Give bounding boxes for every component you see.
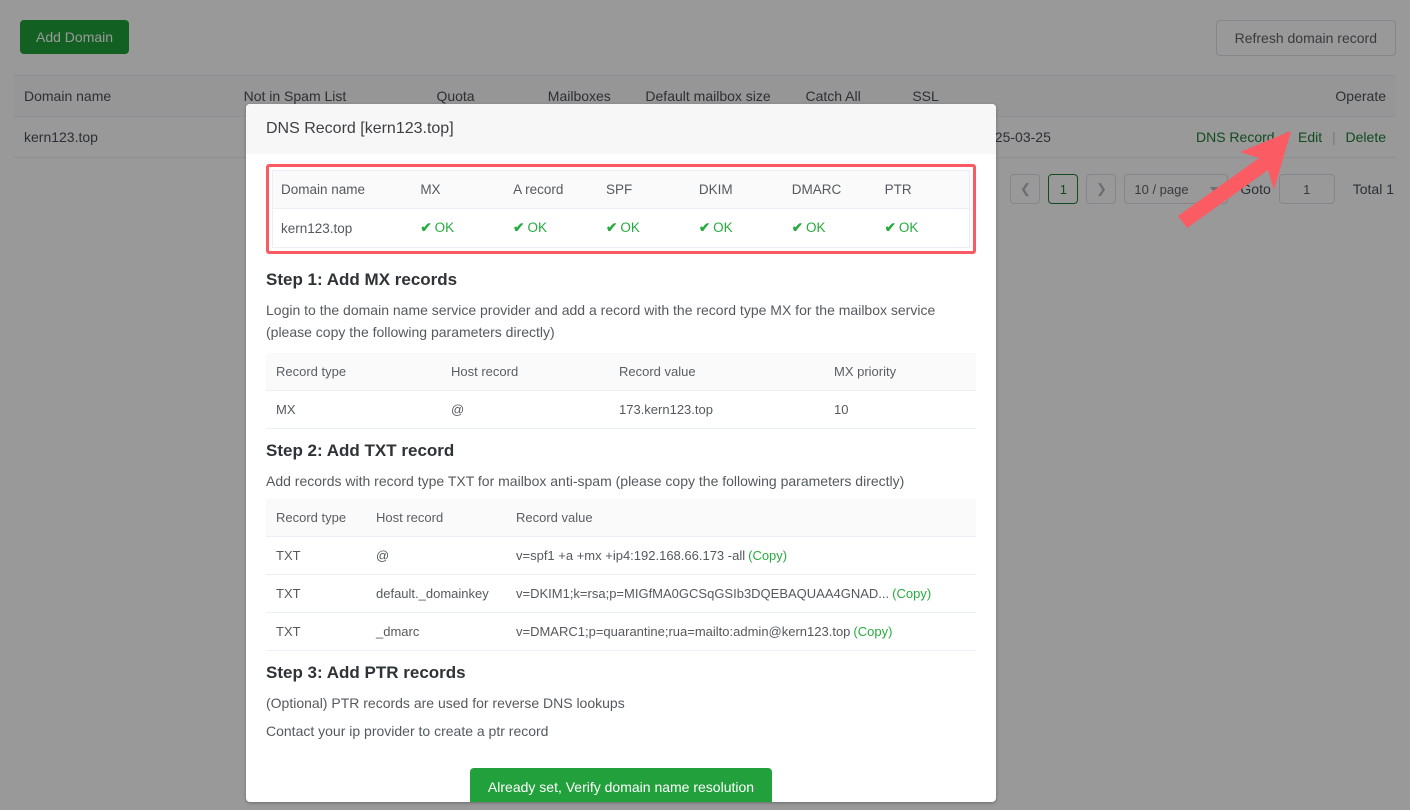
status-badge-label: OK [527,220,547,235]
copy-link-dkim[interactable]: (Copy) [892,586,931,601]
table-row: TXT _dmarc v=DMARC1;p=quarantine;rua=mai… [266,612,976,652]
cell-mx-host: @ [441,390,609,430]
check-icon: ✔ [420,220,432,235]
cell-txt-type-dmarc: TXT [266,612,366,652]
status-badge-label: OK [898,220,919,235]
mx-header-row: Record type Host record Record value MX … [266,353,976,392]
cell-txt-type-spf: TXT [266,536,366,576]
cell-status-a-record: ✔ OK [505,208,599,248]
table-row: TXT @ v=spf1 +a +mx +ip4:192.168.66.173 … [266,536,976,576]
th-mx-priority: MX priority [824,353,976,392]
cell-status-dkim: ✔ OK [690,208,784,248]
cell-txt-value-dmarc: v=DMARC1;p=quarantine;rua=mailto:admin@k… [506,612,976,652]
status-badge-label: OK [713,220,733,235]
step3-title: Step 3: Add PTR records [266,663,466,683]
status-badge: ✔ OK [606,220,640,235]
status-badge: ✔ OK [885,220,919,235]
txt-record-table: Record type Host record Record value TXT… [266,499,976,652]
step1-description: Login to the domain name service provide… [266,302,936,340]
status-badge: ✔ OK [699,220,733,235]
cell-status-spf: ✔ OK [598,208,691,248]
th-status-mx: MX [412,170,506,209]
check-icon: ✔ [698,220,711,235]
th-status-a-record: A record [505,170,599,209]
txt-table-body: TXT @ v=spf1 +a +mx +ip4:192.168.66.173 … [266,536,976,652]
status-badge-label: OK [434,220,455,235]
table-row: MX @ 173.kern123.top 10 [266,390,976,430]
cell-status-dmarc: ✔ OK [783,208,877,248]
status-badge: ✔ OK [792,220,826,235]
check-icon: ✔ [884,220,896,235]
table-row: TXT default._domainkey v=DKIM1;k=rsa;p=M… [266,574,976,614]
mx-record-table: Record type Host record Record value MX … [266,353,976,430]
verify-button-wrapper: Already set, Verify domain name resoluti… [266,768,976,802]
cell-mx-type: MX [266,390,441,430]
txt-value-dkim: v=DKIM1;k=rsa;p=MIGfMA0GCSqGSIb3DQEBAQUA… [516,586,890,602]
step3-line1: (Optional) PTR records are used for reve… [266,695,625,712]
cell-mx-priority: 10 [824,390,976,430]
txt-table-head: Record type Host record Record value [266,499,976,538]
check-icon: ✔ [513,220,525,235]
th-mx-record-type: Record type [266,353,441,392]
modal-body: Domain name MX A record SPF DKIM DMARC P… [246,154,996,802]
status-badge: ✔ OK [513,220,547,235]
th-status-dkim: DKIM [690,170,784,209]
mx-table-head: Record type Host record Record value MX … [266,353,976,392]
cell-mx-value: 173.kern123.top [609,390,824,430]
th-txt-record-value: Record value [506,499,976,538]
copy-link-spf[interactable]: (Copy) [748,548,787,563]
cell-status-mx: ✔ OK [412,208,506,248]
txt-value-spf: v=spf1 +a +mx +ip4:192.168.66.173 -all [516,548,746,564]
mx-table-body: MX @ 173.kern123.top 10 [266,390,976,430]
step3-line2: Contact your ip provider to create a ptr… [266,722,549,739]
cell-txt-value-dkim: v=DKIM1;k=rsa;p=MIGfMA0GCSqGSIb3DQEBAQUA… [506,574,976,614]
th-mx-host-record: Host record [441,353,609,392]
dns-record-modal: DNS Record [kern123.top] Domain name MX … [246,104,996,802]
cell-txt-type-dkim: TXT [266,574,366,614]
check-icon: ✔ [606,220,618,235]
dns-status-highlight-box: Domain name MX A record SPF DKIM DMARC P… [266,164,976,254]
th-status-spf: SPF [598,170,691,209]
txt-value-dmarc: v=DMARC1;p=quarantine;rua=mailto:admin@k… [516,624,851,640]
modal-header: DNS Record [kern123.top] [246,104,996,154]
status-badge-label: OK [620,220,640,235]
dns-status-table-head: Domain name MX A record SPF DKIM DMARC P… [272,170,970,209]
cell-txt-host-dkim: default._domainkey [366,574,506,614]
verify-domain-resolution-button[interactable]: Already set, Verify domain name resoluti… [469,768,773,802]
status-badge: ✔ OK [420,220,454,235]
check-icon: ✔ [791,220,804,235]
th-status-dmarc: DMARC [783,170,877,209]
th-status-domain-name: Domain name [272,170,413,209]
th-status-ptr: PTR [876,170,970,209]
cell-txt-host-dmarc: _dmarc [366,612,506,652]
cell-status-domain: kern123.top [272,208,413,248]
status-badge-label: OK [806,220,826,235]
dns-status-table: Domain name MX A record SPF DKIM DMARC P… [272,170,970,248]
dns-status-table-body: kern123.top ✔ OK ✔ OK ✔ OK ✔ OK ✔ OK ✔ O… [272,208,970,248]
copy-link-dmarc[interactable]: (Copy) [853,624,892,639]
th-mx-record-value: Record value [609,353,824,392]
cell-txt-host-spf: @ [366,536,506,576]
dns-status-header-row: Domain name MX A record SPF DKIM DMARC P… [272,170,970,209]
step1-title: Step 1: Add MX records [266,270,458,289]
step2-title: Step 2: Add TXT record [266,441,455,461]
table-row: kern123.top ✔ OK ✔ OK ✔ OK ✔ OK ✔ OK ✔ O… [272,208,970,248]
txt-header-row: Record type Host record Record value [266,499,976,538]
th-txt-host-record: Host record [366,499,506,538]
modal-title: DNS Record [kern123.top] [266,120,454,137]
cell-status-ptr: ✔ OK [876,208,970,248]
step2-description: Add records with record type TXT for mai… [266,473,905,490]
cell-txt-value-spf: v=spf1 +a +mx +ip4:192.168.66.173 -all (C… [506,536,976,576]
th-txt-record-type: Record type [266,499,366,538]
